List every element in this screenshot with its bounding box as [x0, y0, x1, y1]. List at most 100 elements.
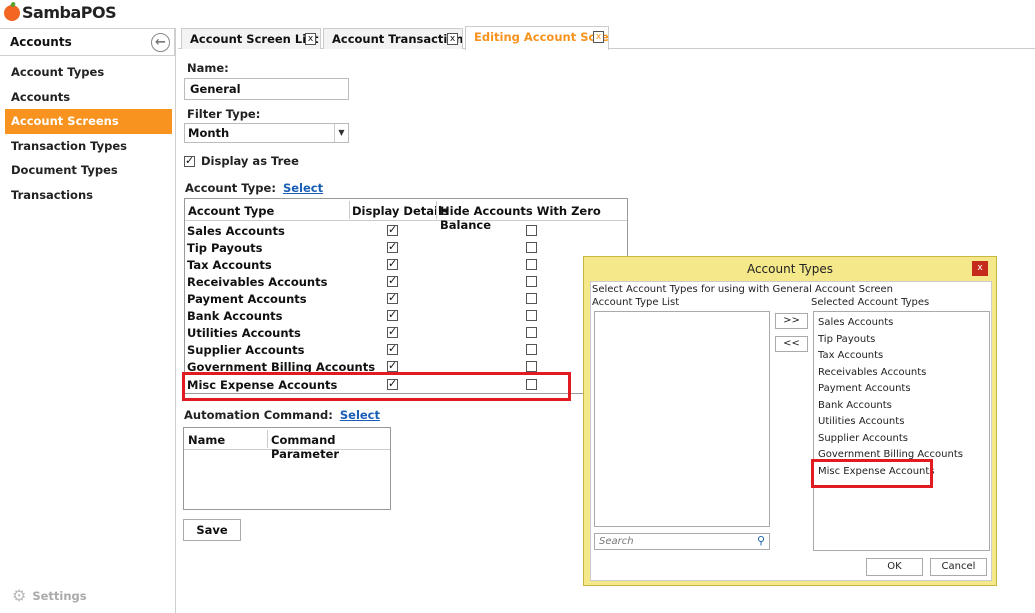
list-item[interactable]: Utilities Accounts — [818, 416, 904, 427]
selected-types-label: Selected Account Types — [811, 297, 930, 308]
list-item[interactable]: Supplier Accounts — [818, 433, 908, 444]
account-type-section: Account Type: Select — [185, 181, 323, 195]
account-type-select-link[interactable]: Select — [283, 181, 323, 195]
list-item[interactable]: Sales Accounts — [818, 317, 893, 328]
hide-zero-balance-checkbox[interactable] — [526, 361, 537, 372]
account-type-list[interactable] — [594, 311, 770, 527]
automation-label: Automation Command: — [184, 408, 333, 422]
table-row[interactable]: Sales Accounts — [185, 222, 627, 239]
save-button[interactable]: Save — [183, 519, 241, 541]
display-tree-checkbox[interactable] — [184, 154, 195, 167]
search-placeholder: Search — [599, 536, 634, 547]
display-details-checkbox[interactable] — [387, 342, 398, 355]
display-details-checkbox[interactable] — [387, 223, 398, 236]
display-details-checkbox[interactable] — [387, 291, 398, 304]
filter-type-value: Month — [188, 126, 230, 140]
settings-label: Settings — [32, 588, 87, 603]
account-type-list-label: Account Type List — [592, 297, 680, 308]
table-row[interactable]: Receivables Accounts — [185, 273, 627, 290]
hide-zero-balance-checkbox[interactable] — [526, 242, 537, 253]
tab-label: Account Screen List — [190, 32, 319, 46]
table-row[interactable]: Utilities Accounts — [185, 324, 627, 341]
filter-type-select[interactable]: Month ▼ — [184, 123, 349, 143]
close-icon[interactable]: x — [305, 33, 316, 45]
sidebar-item-accounts[interactable]: Accounts — [5, 85, 172, 110]
column-header-account-type[interactable]: Account Type — [188, 204, 274, 218]
tab-label: Account Transaction — [332, 32, 463, 46]
display-details-checkbox[interactable] — [387, 308, 398, 321]
list-item[interactable]: Bank Accounts — [818, 400, 892, 411]
hide-zero-balance-checkbox[interactable] — [526, 225, 537, 236]
gear-icon: ⚙ — [12, 586, 27, 605]
tab-account-screen-list[interactable]: Account Screen List x — [181, 28, 321, 49]
column-header-command-parameter[interactable]: Command Parameter — [271, 433, 390, 461]
display-details-checkbox[interactable] — [387, 359, 398, 372]
account-type-name: Supplier Accounts — [187, 343, 305, 357]
sidebar-item-transactions[interactable]: Transactions — [5, 183, 172, 208]
sidebar-title: Accounts — [10, 35, 72, 49]
automation-select-link[interactable]: Select — [340, 408, 380, 422]
column-header-display-details[interactable]: Display Details — [352, 204, 449, 218]
account-type-label: Account Type: — [185, 181, 276, 195]
list-item[interactable]: Payment Accounts — [818, 383, 911, 394]
tab-account-transaction[interactable]: Account Transaction x — [323, 28, 463, 49]
sambapos-logo-icon — [4, 4, 20, 21]
table-row[interactable]: Tip Payouts — [185, 239, 627, 256]
table-row[interactable]: Payment Accounts — [185, 290, 627, 307]
grid-header: Name Command Parameter — [184, 428, 390, 461]
grid-header: Account Type Display Details Hide Accoun… — [185, 199, 627, 232]
remove-button[interactable]: << — [775, 336, 808, 352]
account-type-name: Tax Accounts — [187, 258, 272, 272]
sidebar-list: Account Types Accounts Account Screens T… — [0, 60, 175, 207]
selected-types-list[interactable]: Sales Accounts Tip Payouts Tax Accounts … — [813, 311, 990, 551]
back-arrow-icon[interactable]: ← — [151, 33, 170, 52]
list-item[interactable]: Tip Payouts — [818, 334, 875, 345]
top-bar: SambaPOS — [0, 0, 1035, 28]
table-row[interactable]: Bank Accounts — [185, 307, 627, 324]
list-item[interactable]: Receivables Accounts — [818, 367, 926, 378]
hide-zero-balance-checkbox[interactable] — [526, 276, 537, 287]
tab-bar: Account Screen List x Account Transactio… — [178, 26, 1035, 50]
highlight-box — [811, 459, 933, 488]
automation-section: Automation Command: Select — [184, 408, 380, 422]
list-item[interactable]: Tax Accounts — [818, 350, 883, 361]
cancel-button[interactable]: Cancel — [930, 558, 987, 576]
dialog-body: Select Account Types for using with Gene… — [590, 281, 992, 581]
ok-button[interactable]: OK — [866, 558, 923, 576]
sidebar-item-transaction-types[interactable]: Transaction Types — [5, 134, 172, 159]
close-icon[interactable]: x — [593, 31, 604, 43]
tab-editing-account-screen[interactable]: Editing Account Scre x — [465, 26, 609, 50]
sidebar-item-account-types[interactable]: Account Types — [5, 60, 172, 85]
column-header-name[interactable]: Name — [188, 433, 225, 447]
hide-zero-balance-checkbox[interactable] — [526, 293, 537, 304]
sidebar: Accounts ← Account Types Accounts Accoun… — [0, 28, 176, 613]
close-icon[interactable]: x — [972, 261, 988, 276]
account-type-name: Receivables Accounts — [187, 275, 328, 289]
display-details-checkbox[interactable] — [387, 240, 398, 253]
display-tree-row[interactable]: Display as Tree — [184, 154, 299, 168]
close-icon[interactable]: x — [447, 33, 458, 45]
search-icon[interactable]: ⚲ — [757, 534, 765, 547]
display-details-checkbox[interactable] — [387, 274, 398, 287]
dialog-title: Account Types — [746, 262, 834, 276]
automation-grid: Name Command Parameter — [183, 427, 391, 510]
tab-label: Editing Account Scre — [474, 30, 609, 44]
sidebar-item-account-screens[interactable]: Account Screens — [5, 109, 172, 134]
hide-zero-balance-checkbox[interactable] — [526, 259, 537, 270]
display-details-checkbox[interactable] — [387, 257, 398, 270]
table-row[interactable]: Tax Accounts — [185, 256, 627, 273]
display-details-checkbox[interactable] — [387, 325, 398, 338]
hide-zero-balance-checkbox[interactable] — [526, 310, 537, 321]
name-label: Name: — [187, 61, 229, 75]
display-tree-label: Display as Tree — [201, 154, 299, 168]
add-button[interactable]: >> — [775, 313, 808, 329]
table-row[interactable]: Supplier Accounts — [185, 341, 627, 358]
settings-button[interactable]: ⚙ Settings — [12, 586, 87, 605]
hide-zero-balance-checkbox[interactable] — [526, 327, 537, 338]
hide-zero-balance-checkbox[interactable] — [526, 344, 537, 355]
chevron-down-icon[interactable]: ▼ — [334, 124, 348, 142]
search-input[interactable]: Search ⚲ — [594, 533, 770, 550]
account-type-name: Sales Accounts — [187, 224, 285, 238]
name-input[interactable]: General — [184, 78, 349, 100]
sidebar-item-document-types[interactable]: Document Types — [5, 158, 172, 183]
